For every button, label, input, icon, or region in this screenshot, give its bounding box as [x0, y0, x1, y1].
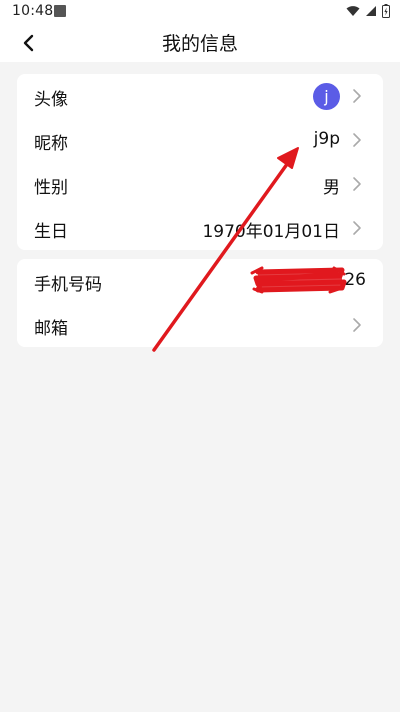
status-icons	[346, 4, 390, 18]
email-label: 邮箱	[34, 319, 68, 339]
chevron-right-icon	[353, 89, 361, 103]
avatar-label: 头像	[34, 90, 68, 110]
phone-row[interactable]: 手机号码 26	[17, 259, 383, 303]
contact-card: 手机号码 26 邮箱	[17, 259, 383, 347]
status-time: 10:48	[12, 3, 54, 19]
nickname-row[interactable]: 昵称 j9p	[17, 118, 383, 162]
phone-value: 26	[344, 270, 366, 290]
wifi-icon	[346, 6, 360, 16]
notification-icon	[54, 5, 66, 17]
nickname-value: j9p	[313, 129, 340, 149]
avatar: j	[313, 83, 340, 110]
battery-icon	[382, 4, 390, 18]
profile-card: 头像 j 昵称 j9p 性别 男 生日 1970年01月01日	[17, 74, 383, 250]
status-bar: 10:48	[0, 0, 400, 24]
screen: 10:48 我的信息 头像 j 昵称 j9p 性别 男 生日 1970年01月0…	[0, 0, 400, 712]
avatar-row[interactable]: 头像 j	[17, 74, 383, 118]
birthday-value: 1970年01月01日	[202, 222, 340, 242]
phone-label: 手机号码	[34, 275, 102, 295]
chevron-right-icon	[353, 177, 361, 191]
page-title: 我的信息	[161, 33, 238, 55]
app-bar: 我的信息	[0, 24, 400, 62]
gender-label: 性别	[34, 178, 68, 198]
chevron-right-icon	[353, 318, 361, 332]
chevron-right-icon	[353, 133, 361, 147]
gender-row[interactable]: 性别 男	[17, 162, 383, 206]
email-row[interactable]: 邮箱	[17, 303, 383, 347]
gender-value: 男	[323, 178, 340, 198]
signal-icon	[366, 6, 376, 16]
birthday-label: 生日	[34, 222, 68, 242]
chevron-right-icon	[353, 221, 361, 235]
nickname-label: 昵称	[34, 134, 68, 154]
birthday-row[interactable]: 生日 1970年01月01日	[17, 206, 383, 250]
